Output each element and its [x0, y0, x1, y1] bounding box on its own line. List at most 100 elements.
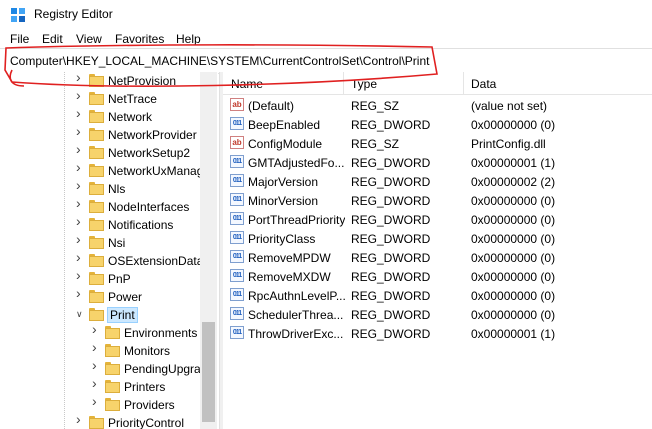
tree-item-label: Nls	[108, 182, 126, 196]
tree-item-label: NetworkSetup2	[108, 146, 191, 160]
tree-item[interactable]: ∨ Print	[0, 306, 200, 324]
tree-item[interactable]: › Environments	[0, 322, 200, 342]
value-row[interactable]: 011 PriorityClass REG_DWORD 0x00000000 (0)	[223, 229, 652, 248]
tree-vertical-scrollbar[interactable]	[200, 72, 217, 429]
chevron-right-icon[interactable]: ›	[92, 394, 102, 408]
value-type-cell: REG_DWORD	[351, 232, 431, 246]
chevron-right-icon[interactable]: ›	[76, 196, 86, 210]
chevron-right-icon[interactable]: ›	[92, 322, 102, 336]
chevron-right-icon[interactable]: ›	[92, 376, 102, 390]
string-value-icon: ab	[230, 136, 244, 149]
tree-item[interactable]: › Network	[0, 106, 200, 126]
folder-icon	[89, 200, 104, 213]
tree-item[interactable]: › NetworkSetup2	[0, 142, 200, 162]
dword-value-icon: 011	[230, 117, 244, 130]
tree-item[interactable]: › PnP	[0, 268, 200, 288]
tree-scroll-thumb[interactable]	[202, 322, 215, 422]
tree-item-label: PriorityControl	[108, 416, 185, 429]
value-name-cell: RemoveMXDW	[248, 270, 331, 284]
value-data-cell: 0x00000000 (0)	[471, 232, 556, 246]
value-row[interactable]: 011 SchedulerThrea... REG_DWORD 0x00000000 …	[223, 305, 652, 324]
tree-item-label: NetworkUxManag	[108, 164, 204, 178]
column-separator[interactable]	[463, 72, 464, 94]
tree-item[interactable]: › PendingUpgra	[0, 358, 201, 378]
column-header-type[interactable]: Type	[351, 77, 377, 91]
tree-item[interactable]: › Nsi	[0, 232, 200, 252]
folder-icon	[89, 254, 104, 267]
value-row[interactable]: 011 BeepEnabled REG_DWORD 0x00000000 (0)	[223, 115, 652, 134]
chevron-right-icon[interactable]: ›	[76, 142, 86, 156]
value-row[interactable]: 011 RpcAuthnLevelP... REG_DWORD 0x00000000 …	[223, 286, 652, 305]
chevron-right-icon[interactable]: ›	[76, 88, 86, 102]
menu-favorites[interactable]: Favorites	[115, 32, 164, 46]
tree-item-label: Power	[108, 290, 143, 304]
chevron-right-icon[interactable]: ›	[92, 358, 102, 372]
tree-item[interactable]: › Power	[0, 286, 200, 306]
chevron-right-icon[interactable]: ›	[76, 178, 86, 192]
value-row[interactable]: 011 RemoveMPDW REG_DWORD 0x00000000 (0)	[223, 248, 652, 267]
tree-item[interactable]: › Providers	[0, 394, 200, 414]
tree-item[interactable]: › Printers	[0, 376, 200, 396]
tree-item[interactable]: › NetworkUxManag	[0, 160, 204, 180]
tree-item-label: Notifications	[108, 218, 174, 232]
value-row[interactable]: 011 MajorVersion REG_DWORD 0x00000002 (2)	[223, 172, 652, 191]
title-bar: Registry Editor	[0, 0, 652, 30]
chevron-right-icon[interactable]: ›	[76, 286, 86, 300]
folder-icon	[89, 146, 104, 159]
value-type-cell: REG_SZ	[351, 137, 400, 151]
value-data-cell: 0x00000000 (0)	[471, 194, 556, 208]
column-header-data[interactable]: Data	[471, 77, 496, 91]
tree-item[interactable]: › NetTrace	[0, 88, 200, 108]
dword-value-icon: 011	[230, 250, 244, 263]
value-row[interactable]: 011 RemoveMXDW REG_DWORD 0x00000000 (0)	[223, 267, 652, 286]
menu-view[interactable]: View	[76, 32, 102, 46]
tree-item-label: NetTrace	[108, 92, 157, 106]
tree-item-label: Environments	[124, 326, 198, 340]
tree-item[interactable]: › PriorityControl	[0, 412, 200, 429]
tree-item[interactable]: › NodeInterfaces	[0, 196, 200, 216]
chevron-right-icon[interactable]: ›	[76, 250, 86, 264]
folder-icon	[89, 110, 104, 123]
chevron-right-icon[interactable]: ›	[76, 412, 86, 426]
value-name-cell: SchedulerThrea...	[248, 308, 344, 322]
column-separator[interactable]	[343, 72, 344, 94]
menu-file[interactable]: File	[10, 32, 29, 46]
chevron-right-icon[interactable]: ›	[76, 72, 86, 84]
value-row[interactable]: 011 MinorVersion REG_DWORD 0x00000000 (0)	[223, 191, 652, 210]
chevron-right-icon[interactable]: ›	[76, 106, 86, 120]
chevron-right-icon[interactable]: ›	[76, 124, 86, 138]
key-tree[interactable]: › NetProvision › NetTrace › Network › NetworkPr…	[0, 72, 218, 429]
value-row[interactable]: 011 ThrowDriverExc... REG_DWORD 0x00000001 …	[223, 324, 652, 343]
value-data-cell: 0x00000002 (2)	[471, 175, 556, 189]
menu-help[interactable]: Help	[176, 32, 201, 46]
value-row[interactable]: ab (Default) REG_SZ (value not set)	[223, 96, 652, 115]
tree-item-label: Monitors	[124, 344, 171, 358]
tree-item[interactable]: › NetworkProvider	[0, 124, 200, 144]
value-row[interactable]: ab ConfigModule REG_SZ PrintConfig.dll	[223, 134, 652, 153]
tree-item[interactable]: › Notifications	[0, 214, 200, 234]
value-name-cell: PortThreadPriority	[248, 213, 345, 227]
folder-icon	[89, 272, 104, 285]
column-header-name[interactable]: Name	[231, 77, 263, 91]
value-type-cell: REG_DWORD	[351, 270, 431, 284]
dword-value-icon: 011	[230, 307, 244, 320]
value-row[interactable]: 011 GMTAdjustedFo... REG_DWORD 0x00000001 (…	[223, 153, 652, 172]
value-row[interactable]: 011 PortThreadPriority REG_DWORD 0x00000000…	[223, 210, 652, 229]
chevron-right-icon[interactable]: ›	[92, 340, 102, 354]
chevron-right-icon[interactable]: ›	[76, 214, 86, 228]
tree-item[interactable]: › Nls	[0, 178, 200, 198]
dword-value-icon: 011	[230, 212, 244, 225]
value-data-cell: 0x00000000 (0)	[471, 213, 556, 227]
value-data-cell: 0x00000001 (1)	[471, 156, 556, 170]
tree-item[interactable]: › OSExtensionDatal	[0, 250, 206, 270]
tree-item[interactable]: › Monitors	[0, 340, 200, 360]
value-name-cell: MinorVersion	[248, 194, 319, 208]
chevron-right-icon[interactable]: ›	[76, 232, 86, 246]
tree-item[interactable]: › NetProvision	[0, 72, 200, 90]
chevron-down-icon[interactable]: ∨	[76, 309, 86, 319]
chevron-right-icon[interactable]: ›	[76, 268, 86, 282]
address-input[interactable]	[10, 53, 640, 69]
menu-edit[interactable]: Edit	[42, 32, 63, 46]
chevron-right-icon[interactable]: ›	[76, 160, 86, 174]
folder-icon	[89, 236, 104, 249]
